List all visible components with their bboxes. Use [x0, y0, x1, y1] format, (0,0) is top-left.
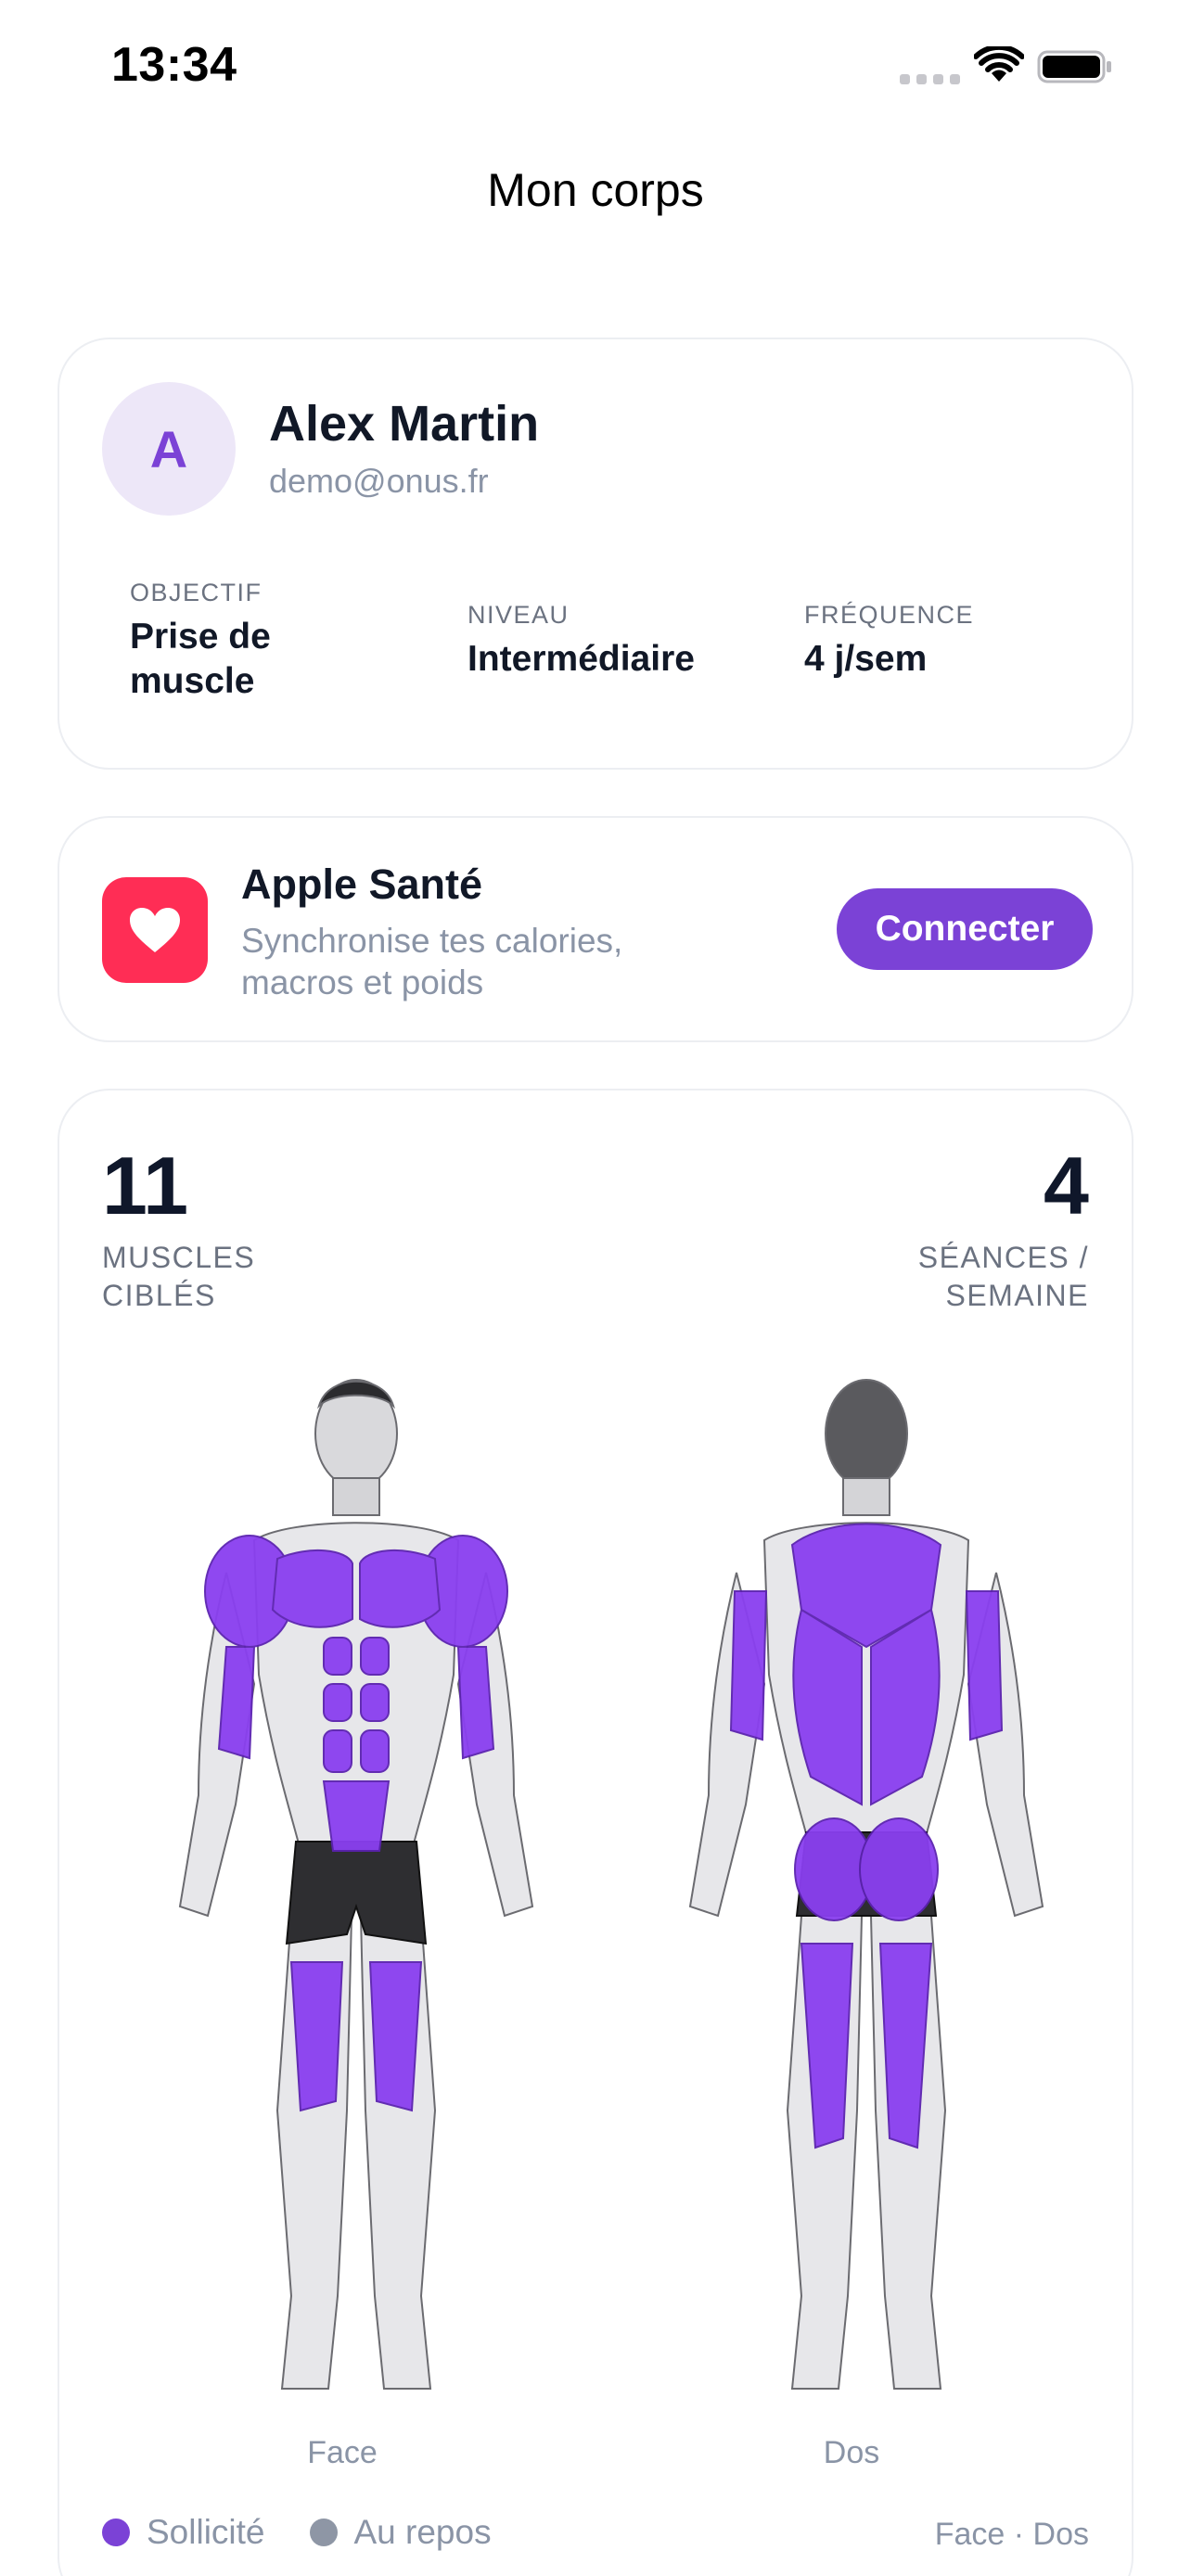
health-title: Apple Santé [241, 861, 483, 908]
profile-email: demo@onus.fr [269, 462, 489, 500]
legend-active-label: Sollicité [147, 2513, 265, 2551]
rest-dot-icon [309, 2519, 338, 2546]
stat-label: FRÉQUENCE [804, 601, 975, 629]
page-title: Mon corps [487, 164, 704, 216]
sessions-count: 4 [1044, 1140, 1089, 1231]
stat-level: NIVEAU Intermédiaire [467, 601, 695, 682]
stat-value: 4 j/sem [804, 639, 928, 679]
stat-frequency: FRÉQUENCE 4 j/sem [804, 601, 974, 682]
cellular-signal-icon [900, 74, 960, 84]
back-caption: Dos [823, 2435, 880, 2470]
muscle-map-card: 11 MUSCLES CIBLÉS 4 SÉANCES / SEMAINE Fa… [58, 1089, 1133, 2576]
sessions-label: SÉANCES / SEMAINE [917, 1241, 1089, 1312]
stat-value: Prise de muscle [130, 617, 271, 701]
stat-label: OBJECTIF [130, 579, 263, 606]
apple-health-card: Apple Santé Synchronise tes calories, ma… [58, 816, 1133, 1042]
stat-label: NIVEAU [467, 601, 570, 629]
targeted-muscles-label: MUSCLES CIBLÉS [102, 1241, 256, 1312]
body-back-figure[interactable] [653, 1369, 1080, 2417]
status-bar: 13:34 [0, 0, 1191, 130]
legend-rest-label: Au repos [353, 2513, 492, 2551]
profile-card: A Alex Martin demo@onus.fr OBJECTIF Pris… [58, 338, 1133, 770]
profile-name: Alex Martin [269, 396, 540, 452]
heart-icon [102, 877, 208, 983]
legend-rest: Au repos [309, 2513, 492, 2552]
targeted-muscles-count: 11 [102, 1140, 189, 1231]
health-subtitle: Synchronise tes calories, macros et poid… [241, 922, 623, 1001]
status-time: 13:34 [111, 38, 237, 92]
wifi-icon [974, 46, 1024, 82]
view-toggle[interactable]: Face · Dos [935, 2517, 1089, 2553]
active-dot-icon [102, 2519, 130, 2546]
battery-icon [1037, 50, 1111, 83]
front-caption: Face [307, 2435, 378, 2470]
stat-objective: OBJECTIF Prise de muscle [130, 579, 362, 704]
muscle-legend: Sollicité Au repos [102, 2513, 536, 2552]
body-front-figure[interactable] [143, 1369, 570, 2417]
legend-active: Sollicité [102, 2513, 265, 2552]
connect-button[interactable]: Connecter [837, 888, 1093, 970]
avatar: A [102, 382, 236, 516]
stat-value: Intermédiaire [467, 639, 695, 679]
